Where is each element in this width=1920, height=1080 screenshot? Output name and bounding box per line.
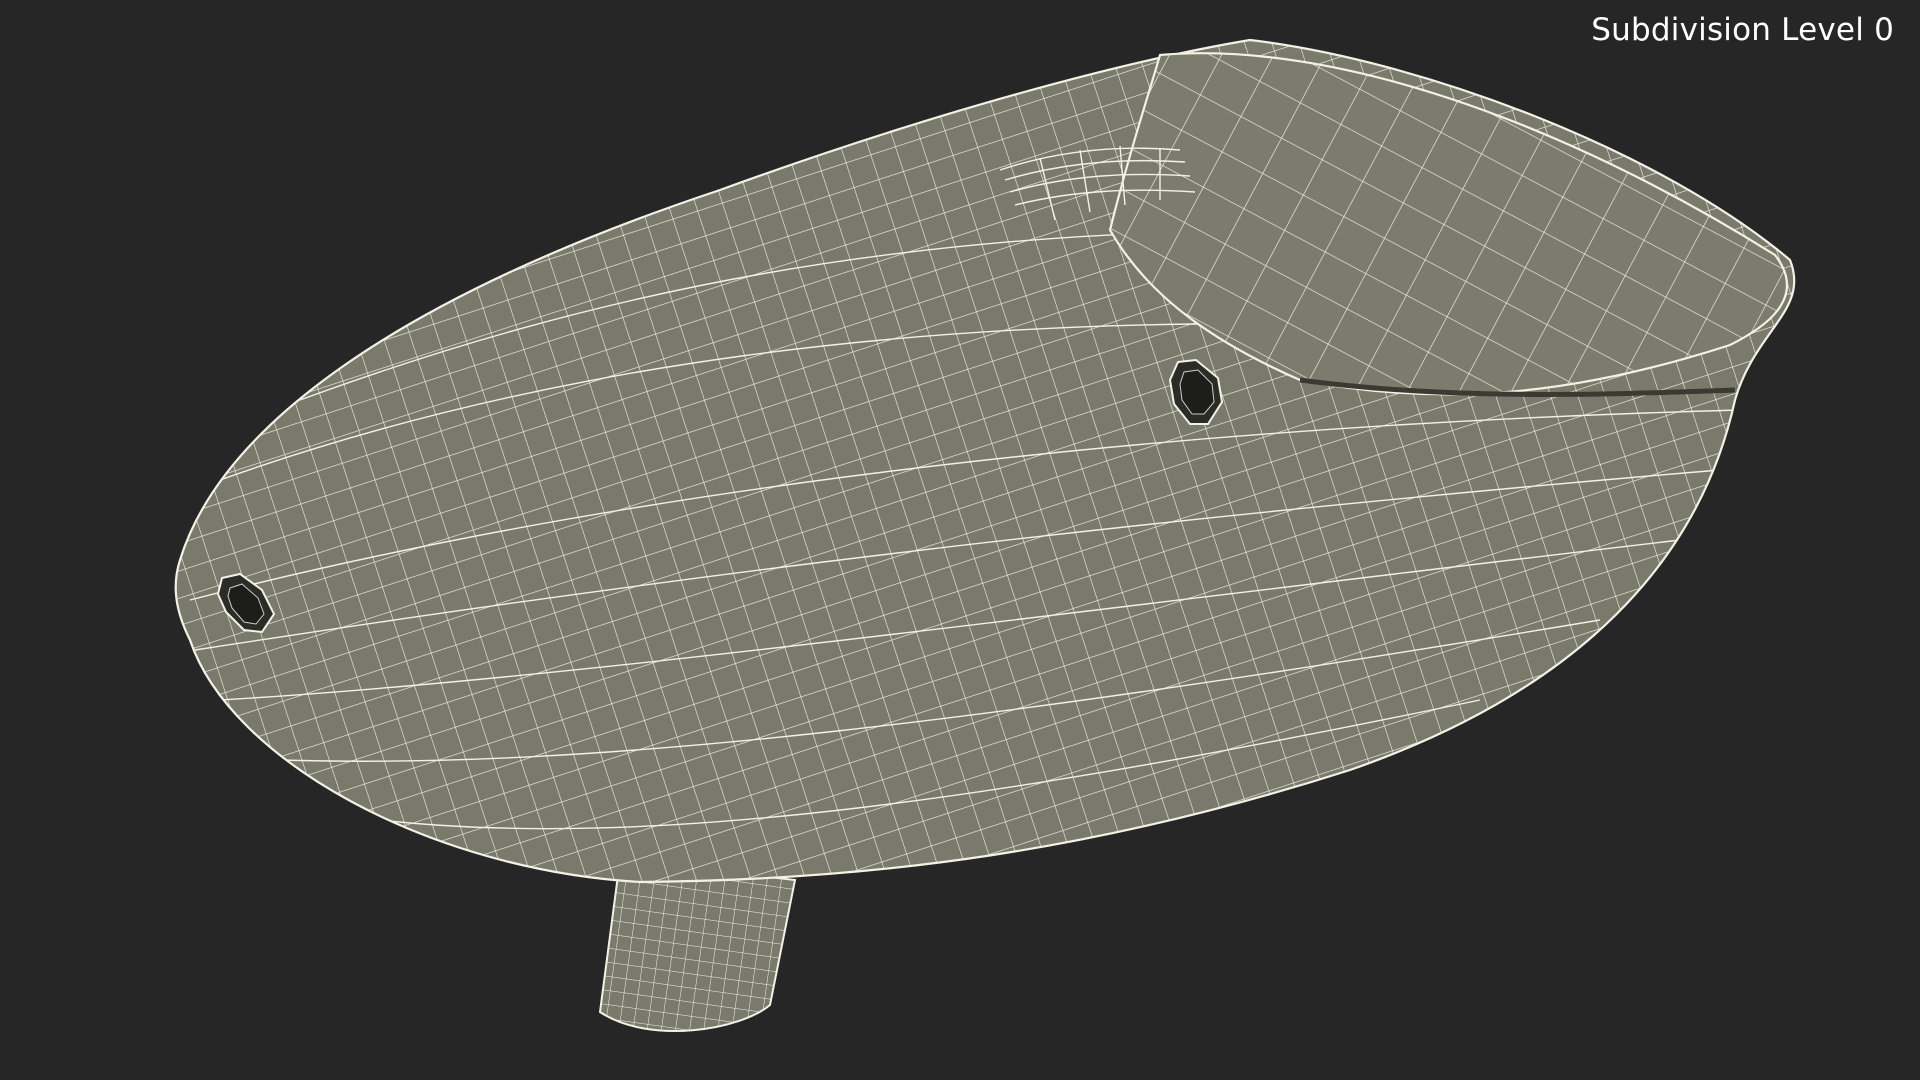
subdivision-level-label: Subdivision Level 0 — [1591, 12, 1894, 48]
3d-viewport[interactable]: Subdivision Level 0 — [0, 0, 1920, 1080]
wireframe-render — [174, 38, 1796, 1032]
